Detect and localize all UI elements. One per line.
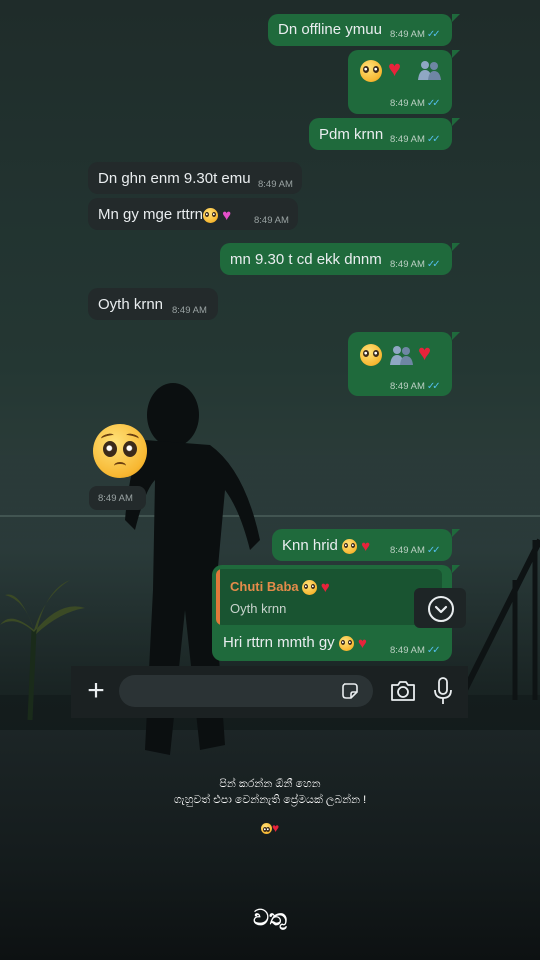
bubble-tail xyxy=(452,565,460,573)
bubble-tail xyxy=(452,118,460,126)
message-bubble-incoming[interactable]: Oyth krnn 8:49 AM xyxy=(88,288,218,320)
red-heart-emoji: ♥ xyxy=(361,537,371,555)
chevron-down-icon xyxy=(428,596,454,622)
caption-line-2: ගැහුවත් එපා වෙන්නැති ප්‍රේමයක් ලබන්න ! xyxy=(173,794,367,806)
watermark-text: වතු xyxy=(253,905,287,930)
read-receipt-icon: ✓✓ xyxy=(426,545,441,556)
people-silhouette-emoji xyxy=(390,346,413,365)
read-receipt-icon: ✓✓ xyxy=(426,134,441,145)
message-text: Dn ghn enm 9.30t emu xyxy=(98,170,251,187)
pleading-face-emoji xyxy=(342,538,358,554)
message-time: 8:49 AM ✓✓ xyxy=(390,29,441,40)
message-time: 8:49 AM ✓✓ xyxy=(390,381,441,392)
message-bubble-incoming[interactable]: Mn gy mge rttrn ♥ 8:49 AM xyxy=(88,198,298,230)
message-time: 8:49 AM xyxy=(98,493,133,504)
bubble-tail xyxy=(452,529,460,537)
message-time: 8:49 AM ✓✓ xyxy=(390,98,441,109)
pink-heart-emoji: ♥ xyxy=(222,206,232,224)
bubble-tail xyxy=(452,14,460,22)
read-receipt-icon: ✓✓ xyxy=(426,645,441,656)
message-time: 8:49 AM ✓✓ xyxy=(390,645,441,656)
read-receipt-icon: ✓✓ xyxy=(426,29,441,40)
bubble-tail xyxy=(452,50,460,58)
message-bubble-outgoing[interactable]: Pdm krnn 8:49 AM ✓✓ xyxy=(309,118,452,150)
read-receipt-icon: ✓✓ xyxy=(426,259,441,270)
message-bubble-outgoing[interactable]: ♥ 8:49 AM ✓✓ xyxy=(348,50,452,114)
sticker-icon[interactable] xyxy=(341,682,359,700)
reply-quote-text: Oyth krnn xyxy=(230,601,287,616)
message-bubble-outgoing[interactable]: mn 9.30 t cd ekk dnnm 8:49 AM ✓✓ xyxy=(220,243,452,275)
emoji-eye xyxy=(103,441,117,457)
read-receipt-icon: ✓✓ xyxy=(426,98,441,109)
bubble-tail xyxy=(452,332,460,340)
read-receipt-icon: ✓✓ xyxy=(426,381,441,392)
message-text: Pdm krnn xyxy=(319,126,384,143)
message-text: Oyth krnn xyxy=(98,296,164,313)
message-time: 8:49 AM xyxy=(258,179,293,190)
red-heart-emoji: ♥ xyxy=(320,579,330,597)
message-text: Mn gy mge rttrn ♥ xyxy=(98,206,232,224)
red-heart-emoji: ♥ xyxy=(388,56,402,81)
emoji-mouth xyxy=(114,462,126,470)
pleading-face-emoji xyxy=(360,344,382,366)
pleading-face-emoji xyxy=(302,580,318,596)
red-heart-emoji: ♥ xyxy=(418,340,432,365)
scroll-to-bottom-button[interactable] xyxy=(414,588,466,628)
message-bubble-outgoing[interactable]: ♥ 8:49 AM ✓✓ xyxy=(348,332,452,396)
reply-quote[interactable]: Chuti Baba ♥ Oyth krnn xyxy=(216,569,442,625)
plus-icon[interactable]: + xyxy=(83,676,109,706)
caption-emojis: ♥ xyxy=(0,822,540,834)
pleading-face-emoji xyxy=(338,635,354,651)
message-text: Knn hrid ♥ xyxy=(282,537,371,555)
message-time: 8:49 AM ✓✓ xyxy=(390,134,441,145)
message-bubble-outgoing[interactable]: Dn offline ymuu 8:49 AM ✓✓ xyxy=(268,14,452,46)
reply-quote-sender: Chuti Baba ♥ xyxy=(230,579,330,597)
red-heart-emoji: ♥ xyxy=(271,821,280,836)
message-text: Dn offline ymuu xyxy=(278,21,382,38)
message-bubble-outgoing[interactable]: Knn hrid ♥ 8:49 AM ✓✓ xyxy=(272,529,452,561)
message-input-bar: + xyxy=(71,666,468,718)
message-bubble-incoming[interactable]: Dn ghn enm 9.30t emu 8:49 AM xyxy=(88,162,302,194)
camera-icon[interactable] xyxy=(389,678,417,704)
message-time: 8:49 AM xyxy=(254,215,289,226)
caption-line-1: පින් කරන්න ඕනී හෙන xyxy=(219,778,321,790)
message-text: mn 9.30 t cd ekk dnnm xyxy=(230,251,382,268)
emoji-eye xyxy=(123,441,137,457)
message-time: 8:49 AM ✓✓ xyxy=(390,545,441,556)
pleading-face-emoji xyxy=(360,60,382,82)
relieved-face-emoji xyxy=(260,822,272,834)
people-silhouette-emoji xyxy=(418,61,441,80)
pleading-face-large-emoji[interactable] xyxy=(93,424,147,478)
message-time-chip: 8:49 AM xyxy=(89,486,146,510)
pleading-face-emoji xyxy=(203,207,219,223)
message-time: 8:49 AM xyxy=(172,305,207,316)
reply-quote-accent-bar xyxy=(216,569,220,625)
message-time: 8:49 AM ✓✓ xyxy=(390,259,441,270)
message-input[interactable] xyxy=(119,675,373,707)
red-heart-emoji: ♥ xyxy=(358,634,367,652)
mic-icon[interactable] xyxy=(431,676,455,706)
bubble-tail xyxy=(452,243,460,251)
message-text: Hri rttrn mmth gy ♥ xyxy=(223,634,367,652)
